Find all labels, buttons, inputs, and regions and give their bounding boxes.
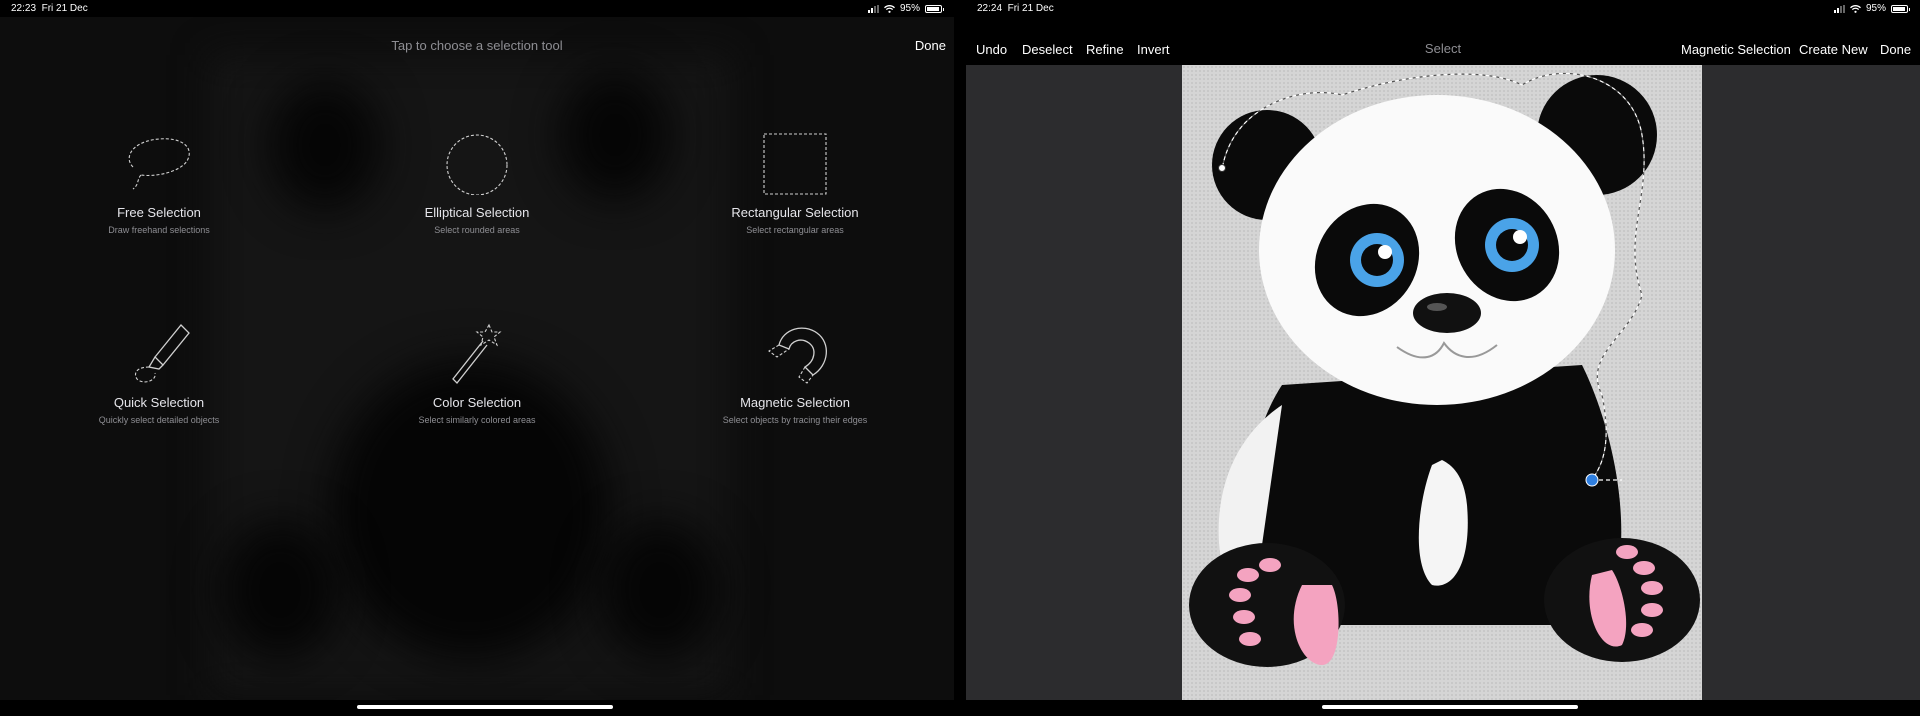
tool-description: Select rounded areas bbox=[434, 225, 520, 235]
battery-icon bbox=[1891, 4, 1910, 13]
tool-description: Select similarly colored areas bbox=[418, 415, 536, 425]
elliptical-selection-icon bbox=[446, 134, 508, 195]
tool-description: Draw freehand selections bbox=[108, 225, 210, 235]
panda-illustration bbox=[1189, 72, 1700, 667]
tool-description: Select rectangular areas bbox=[746, 225, 844, 235]
split-view-divider[interactable] bbox=[954, 0, 966, 716]
rectangular-selection-icon bbox=[763, 133, 827, 195]
deselect-button[interactable]: Deselect bbox=[1022, 42, 1073, 57]
tool-description: Quickly select detailed objects bbox=[98, 415, 220, 425]
undo-button[interactable]: Undo bbox=[976, 42, 1007, 57]
tool-picker-screen: 22:23 Fri 21 Dec 95% Tap to choose a sel… bbox=[0, 0, 954, 716]
battery-percent: 95% bbox=[1865, 3, 1886, 14]
status-bar: 22:23 Fri 21 Dec 95% bbox=[0, 0, 954, 17]
home-indicator[interactable] bbox=[1322, 705, 1578, 709]
color-selection-icon bbox=[452, 323, 502, 384]
tool-name: Elliptical Selection bbox=[424, 205, 530, 220]
status-bar: 22:24 Fri 21 Dec 95% bbox=[966, 0, 1920, 17]
elliptical-selection-tool[interactable]: Elliptical Selection Select rounded area… bbox=[357, 133, 597, 235]
magnetic-selection-icon bbox=[768, 327, 827, 384]
free-selection-icon bbox=[128, 138, 190, 190]
battery-percent: 95% bbox=[899, 3, 920, 14]
status-time: 22:24 bbox=[977, 3, 1003, 14]
picker-header: Tap to choose a selection tool Done bbox=[0, 17, 954, 77]
wifi-icon bbox=[884, 4, 895, 13]
quick-selection-tool[interactable]: Quick Selection Quickly select detailed … bbox=[39, 323, 279, 425]
selection-editor-screen: 22:24 Fri 21 Dec 95% Select Undo Deselec… bbox=[966, 0, 1920, 716]
battery-icon bbox=[925, 4, 944, 13]
magnetic-selection-mode-button[interactable]: Magnetic Selection bbox=[1681, 42, 1791, 57]
home-indicator[interactable] bbox=[357, 705, 613, 709]
tool-description: Select objects by tracing their edges bbox=[722, 415, 868, 425]
quick-selection-icon bbox=[134, 324, 190, 383]
done-button[interactable]: Done bbox=[915, 38, 946, 53]
free-selection-tool[interactable]: Free Selection Draw freehand selections bbox=[39, 133, 279, 235]
cellular-signal-icon bbox=[1833, 4, 1845, 13]
tool-name: Quick Selection bbox=[113, 395, 205, 410]
tool-name: Free Selection bbox=[117, 205, 201, 220]
status-date: Fri 21 Dec bbox=[1007, 3, 1054, 14]
invert-button[interactable]: Invert bbox=[1137, 42, 1170, 57]
tool-name: Color Selection bbox=[432, 395, 522, 410]
color-selection-tool[interactable]: Color Selection Select similarly colored… bbox=[357, 323, 597, 425]
image-canvas[interactable] bbox=[1182, 65, 1702, 700]
tool-name: Magnetic Selection bbox=[740, 395, 850, 410]
create-new-button[interactable]: Create New bbox=[1799, 42, 1868, 57]
rectangular-selection-tool[interactable]: Rectangular Selection Select rectangular… bbox=[675, 133, 915, 235]
status-time: 22:23 bbox=[11, 3, 37, 14]
done-button[interactable]: Done bbox=[1880, 42, 1911, 57]
cellular-signal-icon bbox=[867, 4, 879, 13]
refine-button[interactable]: Refine bbox=[1086, 42, 1124, 57]
wifi-icon bbox=[1850, 4, 1861, 13]
magnetic-selection-tool[interactable]: Magnetic Selection Select objects by tra… bbox=[675, 323, 915, 425]
tool-name: Rectangular Selection bbox=[731, 205, 859, 220]
status-date: Fri 21 Dec bbox=[41, 3, 88, 14]
picker-title: Tap to choose a selection tool bbox=[391, 38, 563, 53]
selection-toolbar: Select Undo Deselect Refine Invert Magne… bbox=[966, 17, 1920, 65]
